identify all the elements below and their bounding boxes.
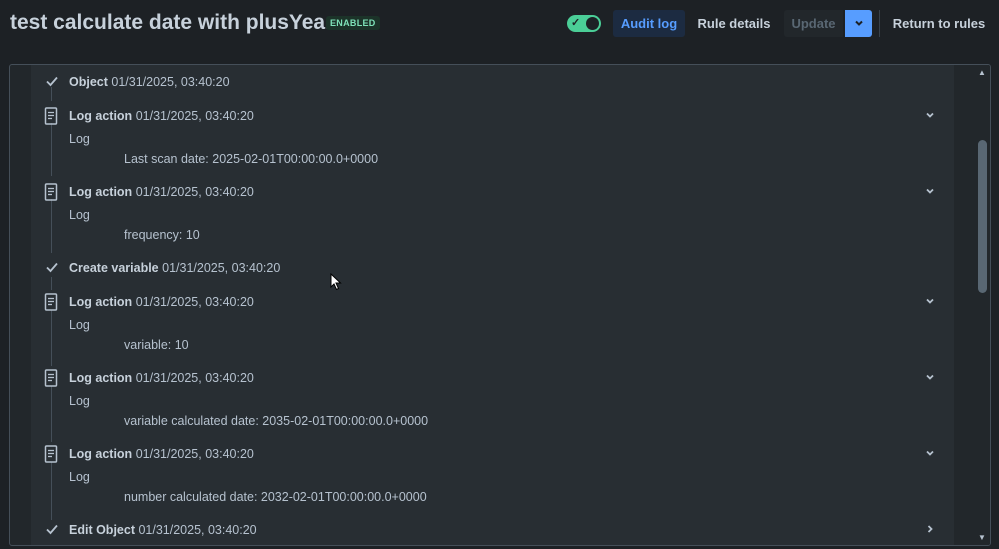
log-action-entry: Log action 01/31/2025, 03:40:20 Log number…: [31, 445, 954, 505]
mouse-cursor-icon: [330, 273, 342, 291]
entry-header: Create variable 01/31/2025, 03:40:20: [69, 261, 280, 275]
entry-name: Log action: [69, 295, 133, 309]
enable-toggle[interactable]: ✓: [567, 15, 601, 32]
action-entry: Object 01/31/2025, 03:40:20: [31, 73, 954, 93]
entry-header: Log action 01/31/2025, 03:40:20: [69, 185, 254, 199]
log-action-entry: Log action 01/31/2025, 03:40:20 Log variab…: [31, 369, 954, 429]
collapse-chevron-down-icon[interactable]: [924, 184, 936, 196]
entry-subtitle: Log: [69, 470, 90, 484]
entry-subtitle: Log: [69, 394, 90, 408]
check-icon: [44, 259, 60, 277]
page-header: test calculate date with plusYears ENABL…: [0, 0, 999, 50]
scrollbar-thumb[interactable]: [978, 140, 987, 293]
chevron-down-icon: [854, 20, 863, 26]
scroll-down-icon[interactable]: ▼: [978, 533, 986, 542]
toggle-knob: [586, 17, 599, 30]
audit-log-list: Object 01/31/2025, 03:40:20 Log action 01…: [31, 65, 954, 545]
entry-header: Log action 01/31/2025, 03:40:20: [69, 109, 254, 123]
update-dropdown-button[interactable]: [845, 10, 872, 37]
log-action-entry: Log action 01/31/2025, 03:40:20 Log Last s…: [31, 107, 954, 167]
entry-name: Object: [69, 75, 108, 89]
audit-log-panel: Object 01/31/2025, 03:40:20 Log action 01…: [9, 64, 991, 546]
entry-detail: variable calculated date: 2035-02-01T00:…: [124, 414, 429, 428]
entry-timestamp: 01/31/2025, 03:40:20: [135, 295, 254, 309]
collapse-chevron-down-icon[interactable]: [924, 294, 936, 306]
entry-subtitle: Log: [69, 208, 90, 222]
document-icon: [44, 369, 60, 387]
document-icon: [44, 445, 60, 463]
check-icon: ✓: [571, 17, 581, 29]
action-entry: Create variable 01/31/2025, 03:40:20: [31, 259, 954, 279]
log-action-entry: Log action 01/31/2025, 03:40:20 Log variab…: [31, 293, 954, 353]
entry-timestamp: 01/31/2025, 03:40:20: [135, 109, 254, 123]
header-divider: [879, 10, 880, 37]
entry-subtitle: Log: [69, 318, 90, 332]
entry-name: Create variable: [69, 261, 159, 275]
entry-header: Edit Object 01/31/2025, 03:40:20: [69, 523, 257, 537]
entry-timestamp: 01/31/2025, 03:40:20: [135, 185, 254, 199]
entry-name: Log action: [69, 447, 133, 461]
entry-detail: frequency: 10: [124, 228, 200, 242]
entry-detail: Last scan date: 2025-02-01T00:00:00.0+00…: [124, 152, 379, 166]
document-icon: [44, 183, 60, 201]
entry-name: Log action: [69, 371, 133, 385]
document-icon: [44, 107, 60, 125]
entry-timestamp: 01/31/2025, 03:40:20: [135, 371, 254, 385]
check-icon: [44, 73, 60, 91]
entry-name: Log action: [69, 185, 133, 199]
entry-timestamp: 01/31/2025, 03:40:20: [138, 523, 257, 537]
update-button[interactable]: Update: [784, 10, 843, 37]
entry-header: Object 01/31/2025, 03:40:20: [69, 75, 230, 89]
expand-chevron-right-icon[interactable]: [924, 522, 936, 534]
action-entry: Edit Object 01/31/2025, 03:40:20: [31, 521, 954, 541]
document-icon: [44, 293, 60, 311]
entry-header: Log action 01/31/2025, 03:40:20: [69, 295, 254, 309]
status-badge: ENABLED: [326, 16, 380, 30]
entry-timestamp: 01/31/2025, 03:40:20: [111, 75, 230, 89]
audit-log-button[interactable]: Audit log: [613, 10, 685, 37]
scroll-up-icon[interactable]: ▲: [978, 68, 986, 77]
collapse-chevron-down-icon[interactable]: [924, 108, 936, 120]
entry-timestamp: 01/31/2025, 03:40:20: [162, 261, 281, 275]
collapse-chevron-down-icon[interactable]: [924, 446, 936, 458]
entry-timestamp: 01/31/2025, 03:40:20: [135, 447, 254, 461]
entry-header: Log action 01/31/2025, 03:40:20: [69, 371, 254, 385]
entry-name: Log action: [69, 109, 133, 123]
return-to-rules-button[interactable]: Return to rules: [889, 10, 989, 37]
entry-header: Log action 01/31/2025, 03:40:20: [69, 447, 254, 461]
check-icon: [44, 521, 60, 539]
entry-detail: number calculated date: 2032-02-01T00:00…: [124, 490, 427, 504]
entry-subtitle: Log: [69, 132, 90, 146]
entry-name: Edit Object: [69, 523, 135, 537]
rule-title: test calculate date with plusYears: [10, 11, 345, 34]
log-action-entry: Log action 01/31/2025, 03:40:20 Log freque…: [31, 183, 954, 243]
collapse-chevron-down-icon[interactable]: [924, 370, 936, 382]
rule-details-button[interactable]: Rule details: [695, 10, 773, 37]
vertical-scrollbar[interactable]: ▲ ▼: [974, 65, 990, 545]
entry-detail: variable: 10: [124, 338, 189, 352]
